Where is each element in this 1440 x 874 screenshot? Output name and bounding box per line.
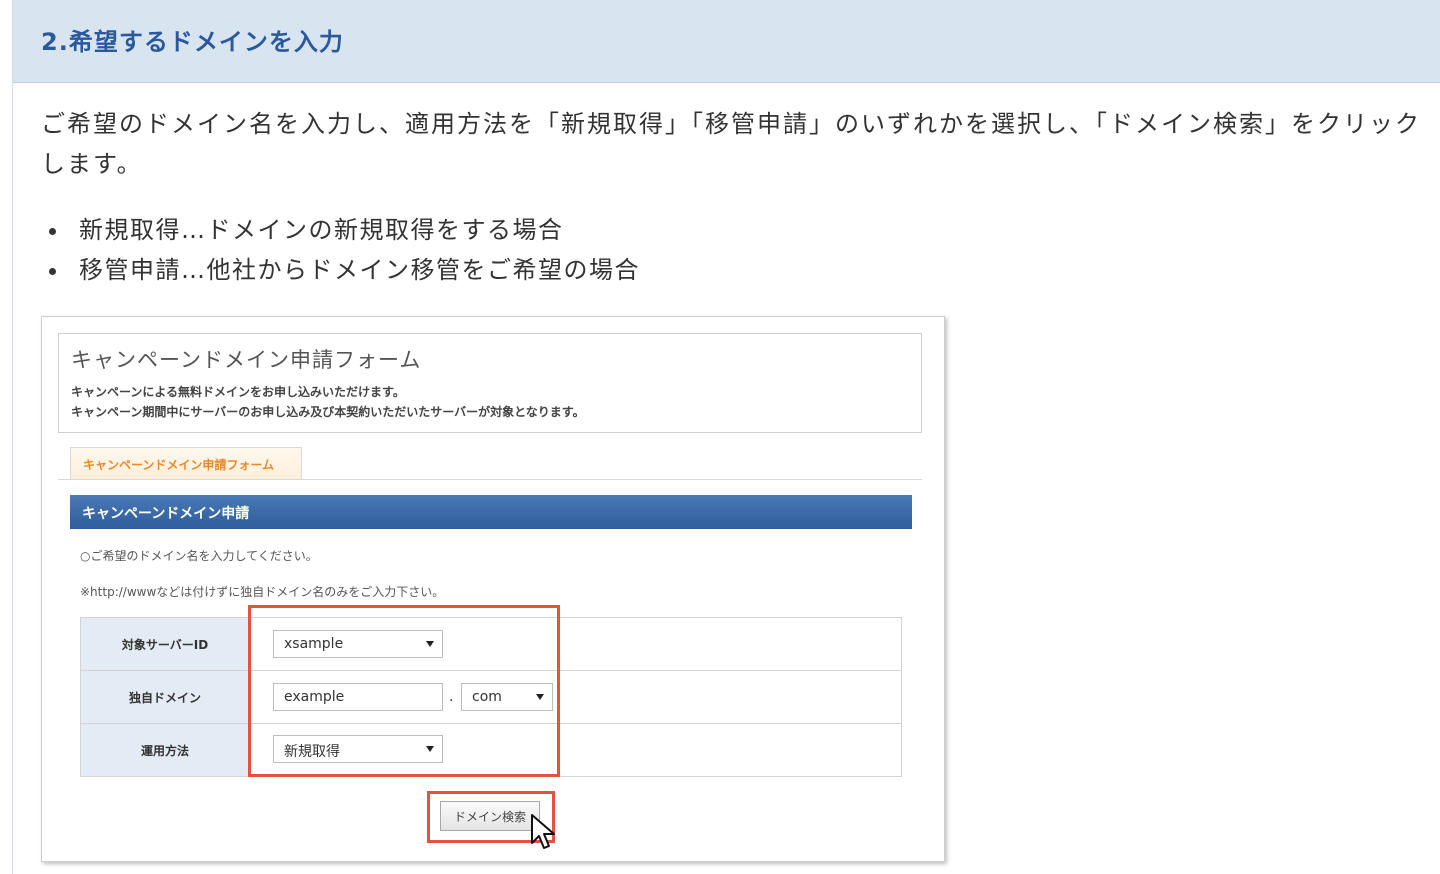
bullet-transfer-request: 移管申請…他社からドメイン移管をご希望の場合 xyxy=(41,250,640,290)
tab-campaign-form[interactable]: キャンペーンドメイン申請フォーム xyxy=(70,447,302,480)
form-description: キャンペーンによる無料ドメインをお申し込みいただけます。 キャンペーン期間中にサ… xyxy=(71,382,585,422)
instruction-note: ○ご希望のドメイン名を入力してください。 xyxy=(80,549,318,563)
tab-divider xyxy=(58,479,922,480)
domain-label: 独自ドメイン xyxy=(81,671,250,723)
format-note: ※http://wwwなどは付けずに独自ドメイン名のみをご入力下さい。 xyxy=(80,585,445,599)
intro-text: ご希望のドメイン名を入力し、適用方法を「新規取得」「移管申請」のいずれかを選択し… xyxy=(41,110,1421,178)
section-title: 2.希望するドメインを入力 xyxy=(41,28,344,56)
form-section-label: キャンペーンドメイン申請 xyxy=(82,506,250,522)
page: 2.希望するドメインを入力 ご希望のドメイン名を入力し、適用方法を「新規取得」「… xyxy=(12,0,1440,874)
tab-label: キャンペーンドメイン申請フォーム xyxy=(83,458,275,472)
usage-method-label: 運用方法 xyxy=(81,724,250,776)
server-id-label: 対象サーバーID xyxy=(81,618,250,670)
bullet-list: 新規取得…ドメインの新規取得をする場合 移管申請…他社からドメイン移管をご希望の… xyxy=(41,210,640,290)
screenshot-figure: キャンペーンドメイン申請フォーム キャンペーンによる無料ドメインをお申し込みいた… xyxy=(41,316,945,862)
form-section-bar: キャンペーンドメイン申請 xyxy=(70,495,912,529)
section-header: 2.希望するドメインを入力 xyxy=(13,0,1440,83)
form-title: キャンペーンドメイン申請フォーム xyxy=(71,348,422,372)
bullet-new-registration: 新規取得…ドメインの新規取得をする場合 xyxy=(41,210,640,250)
mouse-pointer-icon xyxy=(531,814,555,849)
fields-highlight-box xyxy=(248,605,560,777)
form-description-line-1: キャンペーンによる無料ドメインをお申し込みいただけます。 xyxy=(71,385,405,399)
form-header-box: キャンペーンドメイン申請フォーム キャンペーンによる無料ドメインをお申し込みいた… xyxy=(58,333,922,433)
form-description-line-2: キャンペーン期間中にサーバーのお申し込み及び本契約いただいたサーバーが対象となり… xyxy=(71,405,585,419)
